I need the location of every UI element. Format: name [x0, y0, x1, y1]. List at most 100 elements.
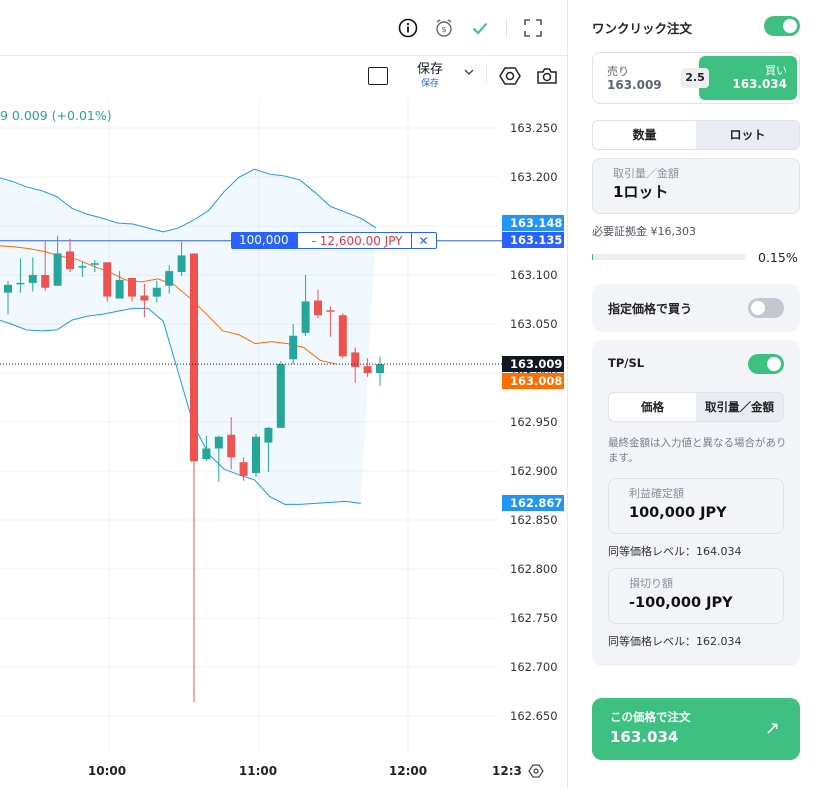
candle-body: [190, 253, 198, 462]
unit-tabs: 数量 ロット: [592, 120, 800, 150]
toggle-knob: [783, 19, 797, 33]
price-tick-label: 162.950: [510, 415, 558, 429]
candle-body: [140, 295, 149, 301]
quantity-value[interactable]: 1ロット: [613, 181, 799, 203]
stop-loss-value[interactable]: -100,000 JPY: [629, 591, 783, 615]
tpsl-label: TP/SL: [608, 356, 645, 370]
candle-body: [202, 448, 211, 460]
candle-body: [214, 436, 223, 449]
buy-label: 買い: [765, 64, 787, 77]
order-pnl: - 12,600.00 JPY: [296, 232, 412, 249]
arrow-up-right-icon: ↗: [764, 718, 780, 739]
candle-body: [4, 284, 12, 293]
candle-body: [90, 263, 99, 265]
close-icon[interactable]: ✕: [411, 232, 437, 249]
tab-quantity[interactable]: 数量: [593, 121, 696, 149]
price-change-legend: 9 0.009 (+0.01%): [0, 108, 112, 123]
time-tick-label: 10:00: [88, 764, 126, 778]
margin-progress-bar: [592, 254, 746, 260]
buy-sell-selector: 売り 163.009 買い 163.034 2.5: [592, 52, 800, 104]
price-tick-label: 163.050: [510, 317, 558, 331]
take-profit-input[interactable]: 利益確定額 100,000 JPY: [608, 478, 784, 534]
toggle-knob: [751, 301, 765, 315]
candle-body: [165, 271, 174, 286]
time-tick-label: 12:00: [389, 764, 427, 778]
place-order-button[interactable]: この価格で注文 163.034 ↗: [592, 698, 800, 760]
lower-band-price-tag: 162.867: [502, 495, 564, 511]
time-tick-label: 11:00: [239, 764, 277, 778]
take-profit-value[interactable]: 100,000 JPY: [629, 501, 783, 525]
price-tick-label: 163.100: [510, 268, 558, 282]
limit-order-toggle[interactable]: [748, 298, 784, 318]
chevron-down-icon[interactable]: [464, 68, 474, 79]
axis-settings-icon-center: [533, 768, 539, 774]
price-tick-label: 163.250: [510, 121, 558, 135]
limit-order-label: 指定価格で買う: [608, 302, 693, 316]
candle-body: [252, 436, 260, 473]
settings-hexagon-icon[interactable]: [496, 62, 524, 90]
one-click-toggle[interactable]: [764, 16, 800, 36]
time-tick-label: 12:3: [492, 764, 522, 778]
candle-body: [177, 255, 186, 273]
candle-body: [41, 275, 50, 288]
chart-area[interactable]: 163.250163.200163.150163.100163.050163.0…: [0, 0, 567, 788]
tab-price[interactable]: 価格: [609, 393, 696, 421]
last-price-tag: 163.009: [502, 356, 564, 372]
quantity-input[interactable]: 取引量／金額 1ロット: [592, 158, 800, 214]
candle-body: [363, 366, 372, 373]
price-tick-label: 162.750: [510, 611, 558, 625]
tpsl-note: 最終金額は入力値と異なる場合があります。: [608, 437, 787, 464]
candle-body: [128, 277, 136, 297]
order-line-price-tag: 163.135: [502, 232, 564, 248]
order-line-label[interactable]: 100,000 - 12,600.00 JPY ✕: [231, 232, 437, 249]
candle-body: [326, 310, 335, 312]
price-tick-label: 162.650: [510, 709, 558, 723]
price-tick-label: 162.850: [510, 513, 558, 527]
candle-body: [78, 266, 87, 268]
candle-body: [289, 335, 298, 360]
tab-lot[interactable]: ロット: [696, 121, 799, 149]
candle-body: [152, 287, 161, 297]
chart-top-toolbar: $: [0, 0, 567, 56]
checkmark-icon[interactable]: [466, 14, 494, 42]
toolbar-divider: [486, 64, 487, 84]
required-margin: 必要証拠金 ¥16,303: [592, 225, 696, 238]
buy-price: 163.034: [732, 77, 787, 91]
candle-body: [314, 300, 322, 316]
price-tick-label: 162.800: [510, 562, 558, 576]
candle-body: [103, 262, 112, 297]
candle-body: [28, 275, 37, 283]
candle-body: [115, 279, 124, 299]
bollinger-band-fill: [0, 169, 376, 505]
tpsl-toggle[interactable]: [748, 354, 784, 374]
save-sublabel: 保存: [420, 79, 439, 89]
stop-loss-input[interactable]: 損切り額 -100,000 JPY: [608, 568, 784, 624]
basis-price-tag: 163.008: [502, 373, 564, 389]
price-tick-label: 162.900: [510, 464, 558, 478]
fullscreen-icon[interactable]: [519, 14, 547, 42]
candle-body: [338, 315, 347, 357]
order-quantity[interactable]: 100,000: [231, 232, 297, 249]
axis-settings-icon[interactable]: [528, 764, 544, 778]
candle-body: [276, 364, 285, 428]
price-alert-icon[interactable]: $: [430, 14, 458, 42]
take-profit-label: 利益確定額: [629, 487, 684, 500]
candle-body: [239, 462, 248, 476]
layout-square-icon[interactable]: [368, 67, 388, 85]
tab-amount[interactable]: 取引量／金額: [696, 393, 783, 421]
tpsl-card: TP/SL 価格 取引量／金額 最終金額は入力値と異なる場合があります。 利益確…: [592, 340, 800, 666]
toggle-knob: [767, 357, 781, 371]
toolbar-divider: [506, 18, 507, 38]
tpsl-tabs: 価格 取引量／金額: [608, 392, 784, 422]
candle-body: [66, 251, 74, 270]
save-button[interactable]: 保存 保存: [412, 62, 448, 90]
svg-text:$: $: [441, 25, 446, 34]
price-tick-label: 162.700: [510, 660, 558, 674]
buy-button[interactable]: 買い 163.034: [699, 56, 797, 100]
limit-order-card: 指定価格で買う: [592, 284, 800, 332]
camera-icon[interactable]: [533, 62, 561, 90]
candle-body: [227, 434, 236, 458]
margin-percent: 0.15%: [758, 250, 798, 265]
info-icon[interactable]: [394, 14, 422, 42]
price-tick-label: 163.200: [510, 170, 558, 184]
